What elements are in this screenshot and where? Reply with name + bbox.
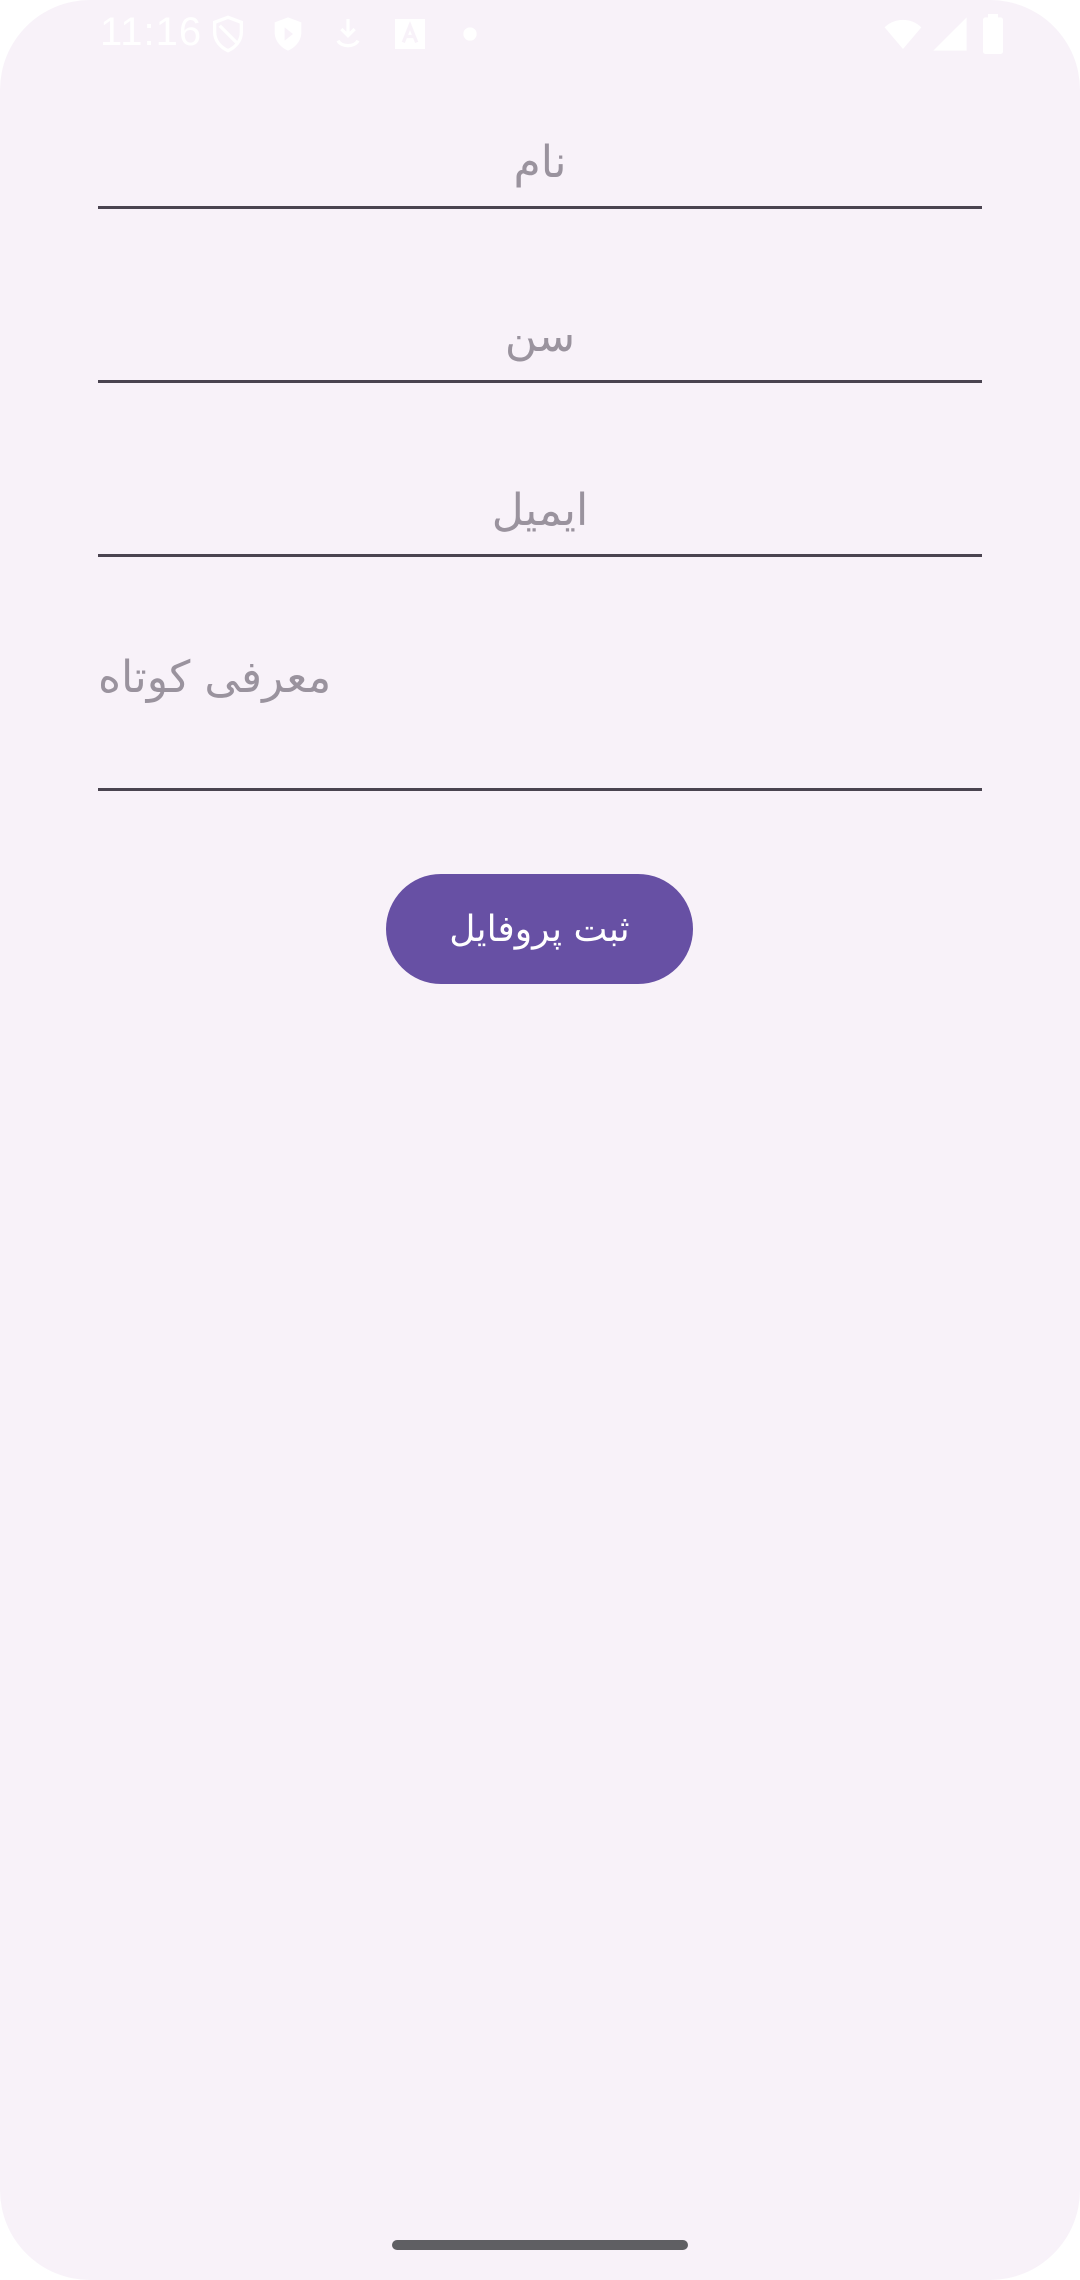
app-screen: 11:16 ثب xyxy=(0,0,1080,2280)
download-icon xyxy=(328,14,368,54)
email-field xyxy=(98,466,982,557)
age-input[interactable] xyxy=(98,292,982,380)
play-protect-icon xyxy=(268,14,308,54)
dot-icon xyxy=(450,14,490,54)
age-field xyxy=(98,292,982,383)
name-field xyxy=(98,118,982,209)
email-input[interactable] xyxy=(98,466,982,554)
translate-icon xyxy=(390,14,430,54)
shield-icon xyxy=(208,14,248,54)
status-time: 11:16 xyxy=(100,10,203,54)
bio-field xyxy=(98,640,982,791)
signal-icon xyxy=(930,14,970,54)
battery-icon xyxy=(978,14,1008,54)
submit-profile-button[interactable]: ثبت پروفایل xyxy=(386,874,693,984)
wifi-icon xyxy=(880,14,926,54)
home-indicator[interactable] xyxy=(392,2240,688,2250)
name-input[interactable] xyxy=(98,118,982,206)
bio-input[interactable] xyxy=(98,640,982,788)
status-bar: 11:16 xyxy=(0,0,1080,66)
